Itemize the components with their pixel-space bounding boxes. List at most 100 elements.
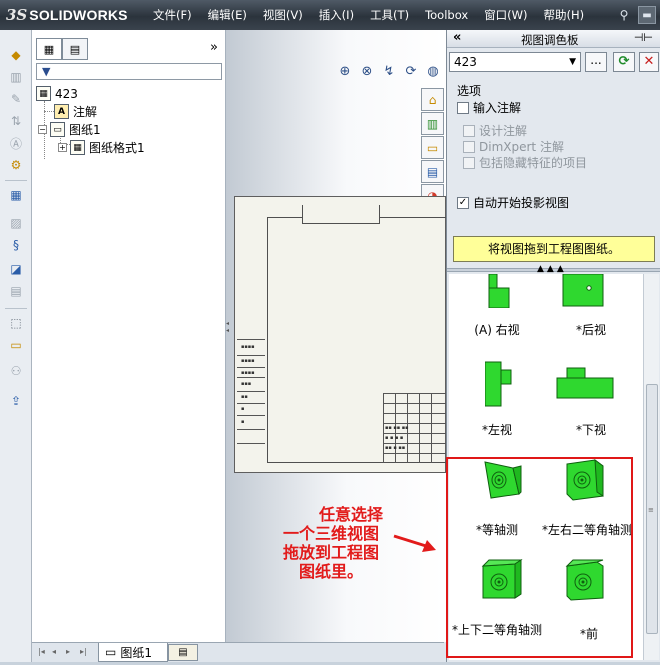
drawing-icon: ▦ [36,86,51,101]
open-file-icon[interactable]: ⇪ [7,392,25,410]
minimize-icon[interactable]: ▬ [638,6,656,24]
annotation-arrow-icon [393,534,436,552]
property-manager-tab-icon[interactable]: ▤ [62,38,88,60]
auto-start-projected-view-checkbox[interactable]: ✓ 自动开始投影视图 [457,194,569,211]
menu-tools[interactable]: 工具(T) [362,7,417,23]
tutorial-annotation: 任意选择 一个三维视图 拖放到工程图 图纸里。 [266,505,396,581]
first-sheet-icon[interactable]: |◂ [38,647,46,657]
menu-window[interactable]: 窗口(W) [476,7,535,23]
standard-3-view-icon[interactable]: ▦ [7,186,25,204]
view-label-bottom: *下视 [575,423,606,437]
collapse-node-icon[interactable]: − [38,125,47,134]
zoom-to-fit-icon[interactable]: ⊕ [336,62,354,80]
home-icon[interactable]: ⌂ [421,88,444,111]
isometric-view-thumbnail[interactable] [481,458,523,502]
back-view-thumbnail[interactable] [561,274,605,308]
layer-icon[interactable]: ▭ [7,336,25,354]
expand-panel-icon[interactable]: » [210,40,218,55]
model-items-icon[interactable]: ▥ [7,68,25,86]
view-label-front: *前 [579,627,598,641]
menu-file[interactable]: 文件(F) [145,7,200,23]
model-select[interactable]: 423 ▼ [449,52,581,72]
menu-help[interactable]: 帮助(H) [536,7,593,23]
block-icon[interactable]: ⬚ [7,314,25,332]
sheet-icon: ▭ [105,645,117,659]
spell-checker-icon[interactable]: ✎ [7,90,25,108]
view-thumbnails: (A) 右视 *后视 *左视 *下视 *等轴测 *左右二等角轴测 *上下二等角轴… [449,274,643,660]
smart-dimension-icon[interactable]: ◆ [7,46,25,64]
menu-toolbox[interactable]: Toolbox [417,8,476,22]
chevron-down-icon: ▼ [569,57,576,67]
tree-item-sheet-format1[interactable]: + ▦ 图纸格式1 [58,139,145,156]
view-label-right: (A) 右视 [474,323,520,337]
panel-collapse-grip[interactable]: ◂ ◂ [226,320,231,354]
checkbox-box [463,140,475,153]
projected-view-icon[interactable]: ▨ [7,214,25,232]
hole-callout-icon[interactable]: ⚇ [7,362,25,380]
last-sheet-icon[interactable]: ▸| [80,647,88,657]
prev-sheet-icon[interactable]: ◂ [52,647,60,657]
right-view-thumbnail[interactable] [485,274,515,308]
rotate-icon[interactable]: ⟳ [402,62,420,80]
sheet-tabs-bar: |◂ ◂ ▸ ▸| ▭ 图纸1 ▤ [32,642,444,662]
dimetric-ud-view-thumbnail[interactable] [481,558,525,602]
format-painter-icon[interactable]: ⇅ [7,112,25,130]
bottom-view-thumbnail[interactable] [555,366,615,402]
browse-button[interactable]: ... [585,52,607,72]
front-view-thumbnail[interactable] [565,558,609,602]
balloon-icon[interactable]: ⚙ [7,156,25,174]
annotation-line-1: 任意选择 [318,505,383,524]
tree-item-label: 图纸格式1 [89,141,145,155]
checkbox-box[interactable] [457,101,469,114]
pin-pane-icon[interactable]: ⊣⊢ [634,31,653,44]
pin-icon[interactable]: ⚲ [614,5,634,25]
checkbox-label: 输入注解 [473,101,522,115]
tree-item-label: 图纸1 [69,123,101,137]
next-sheet-icon[interactable]: ▸ [66,647,74,657]
palette-splitter[interactable]: ▲▲▲ [447,264,660,274]
zoom-to-area-icon[interactable]: ⊗ [358,62,376,80]
feature-manager-tabs: ▦ ▤ » [32,38,226,60]
checkmark-icon[interactable]: ✓ [457,196,469,209]
detail-view-icon[interactable]: ◪ [7,260,25,278]
expand-node-icon[interactable]: + [58,143,67,152]
hide-show-icon[interactable]: ◍ [424,62,442,80]
annotation-line-2: 一个三维视图 [282,524,379,543]
checkbox-label: 自动开始投影视图 [473,196,570,210]
section-view-icon[interactable]: § [7,236,25,254]
menu-bar: 文件(F) 编辑(E) 视图(V) 插入(I) 工具(T) Toolbox 窗口… [145,0,592,30]
refresh-icon[interactable]: ⟳ [613,52,635,72]
left-view-thumbnail[interactable] [485,360,515,408]
menu-insert[interactable]: 插入(I) [311,7,362,23]
view-palette-icon[interactable]: ▤ [421,160,444,183]
view-label-isometric: *等轴测 [475,523,518,537]
note-icon[interactable]: Ⓐ [7,134,25,152]
clear-palette-icon[interactable]: ✕ [639,52,659,72]
menu-view[interactable]: 视图(V) [255,7,311,23]
checkbox-label: DimXpert 注解 [479,140,564,154]
tree-item-annotations[interactable]: A 注解 [54,103,97,120]
tree-item-sheet1[interactable]: − ▭ 图纸1 [38,121,101,138]
options-title: 选项 [457,84,482,98]
filter-icon: ▼ [42,65,51,78]
break-view-icon[interactable]: ▤ [7,282,25,300]
menu-edit[interactable]: 编辑(E) [200,7,255,23]
annotation-line-4: 图纸里。 [298,562,363,581]
add-sheet-icon[interactable]: ▤ [168,644,198,661]
options-group: 选项 输入注解 设计注解 DimXpert 注解 包括隐藏特征的项目 ✓ 自动开… [449,76,657,212]
drag-hint-banner: 将视图拖到工程图图纸。 [453,236,655,262]
previous-view-icon[interactable]: ↯ [380,62,398,80]
view-palette-header: « 视图调色板 ⊣⊢ [447,30,660,48]
sheet-tab-sheet1[interactable]: ▭ 图纸1 [98,643,168,662]
design-library-icon[interactable]: ▥ [421,112,444,135]
title-bar: 3S SOLIDWORKS 文件(F) 编辑(E) 视图(V) 插入(I) 工具… [0,0,660,30]
import-annotations-checkbox[interactable]: 输入注解 [457,99,521,116]
view-palette-scrollbar[interactable]: ≡ [643,274,659,660]
feature-tree-tab-icon[interactable]: ▦ [36,38,62,60]
feature-filter-input[interactable]: ▼ [36,63,222,80]
collapse-pane-icon[interactable]: « [453,30,461,45]
dimetric-lr-view-thumbnail[interactable] [565,458,609,502]
sheet-format-icon: ▦ [70,140,85,155]
tree-root[interactable]: ▦ 423 [36,85,78,102]
file-explorer-icon[interactable]: ▭ [421,136,444,159]
